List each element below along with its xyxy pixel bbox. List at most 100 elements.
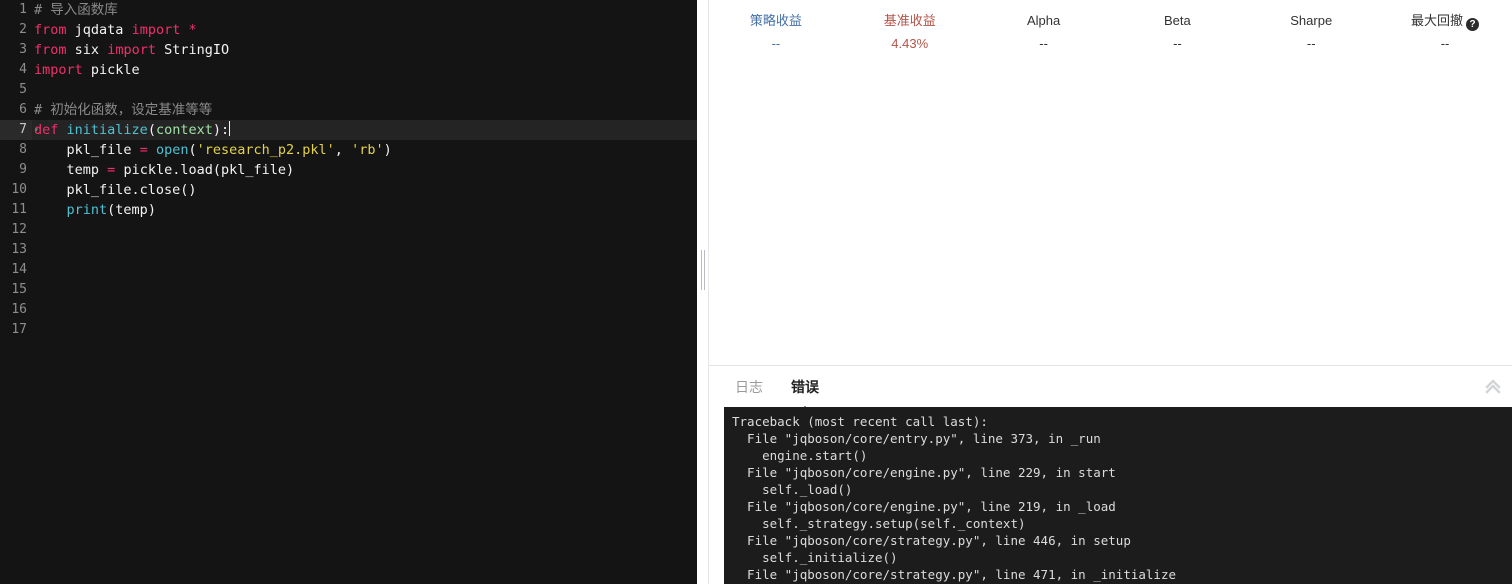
code-line-text[interactable]: from six import StringIO [32, 40, 697, 60]
code-line-text[interactable] [32, 260, 697, 280]
line-number: 3 [0, 40, 32, 60]
metric-1: 策略收益 -- [709, 11, 843, 54]
code-line[interactable]: 4 import pickle [0, 60, 697, 80]
code-line-text[interactable] [32, 240, 697, 260]
code-line[interactable]: 14 [0, 260, 697, 280]
code-line-text[interactable]: from jqdata import * [32, 20, 697, 40]
line-number: 6 [0, 100, 32, 120]
line-number: 14 [0, 260, 32, 280]
metric-label: Beta [1110, 11, 1244, 31]
splitter-handle-icon[interactable] [700, 250, 705, 290]
traceback-line: File "jqboson/core/engine.py", line 219,… [732, 499, 1116, 514]
metric-value: -- [1039, 36, 1048, 52]
traceback-line: File "jqboson/core/strategy.py", line 44… [732, 533, 1131, 548]
traceback-line: File "jqboson/core/entry.py", line 373, … [732, 431, 1101, 446]
metric-label-text: 基准收益 [883, 13, 936, 28]
metric-3: Alpha -- [977, 11, 1111, 54]
code-line-text[interactable]: import pickle [32, 60, 697, 80]
code-line[interactable]: 6 # 初始化函数，设定基准等等 [0, 100, 697, 120]
error-console-output[interactable]: Traceback (most recent call last): File … [724, 407, 1512, 584]
code-line[interactable]: 17 [0, 320, 697, 340]
traceback-line: self._initialize() [732, 550, 898, 565]
code-line-text[interactable] [32, 320, 697, 340]
code-line[interactable]: 7 ▾ def initialize(context): [0, 120, 697, 140]
line-number: 5 [0, 80, 32, 100]
metric-label: Alpha [977, 11, 1111, 31]
code-line-text[interactable] [32, 280, 697, 300]
code-line[interactable]: 1 # 导入函数库 [0, 0, 697, 20]
fold-arrow-icon[interactable]: ▾ [32, 120, 41, 140]
code-line-text[interactable]: pkl_file.close() [32, 180, 697, 200]
traceback-line: File "jqboson/core/strategy.py", line 47… [732, 567, 1177, 582]
metric-value: -- [771, 36, 781, 52]
metric-label: 策略收益 [709, 11, 843, 31]
line-number: 8 [0, 140, 32, 160]
code-line-text[interactable] [32, 80, 697, 100]
code-line[interactable]: 12 [0, 220, 697, 240]
metrics-row: 策略收益 -- 基准收益 4.43% Alpha -- Beta -- Sharpe -- 最大回撤… [709, 0, 1512, 54]
metric-4: Beta -- [1110, 11, 1244, 54]
metric-6: 最大回撤? -- [1378, 11, 1512, 54]
line-number: 2 [0, 20, 32, 40]
metric-label-text: Beta [1164, 13, 1191, 28]
collapse-panel-icon[interactable] [1484, 376, 1502, 396]
metric-label-text: 最大回撤 [1411, 13, 1464, 28]
code-line-text[interactable]: pkl_file = open('research_p2.pkl', 'rb') [32, 140, 697, 160]
traceback-line: Traceback (most recent call last): [732, 414, 988, 429]
line-number: 4 [0, 60, 32, 80]
code-line[interactable]: 15 [0, 280, 697, 300]
line-number: 7 ▾ [0, 120, 39, 140]
vertical-splitter[interactable] [697, 0, 708, 584]
metric-label-text: Sharpe [1290, 13, 1333, 28]
code-editor-lines[interactable]: 1 # 导入函数库 2 from jqdata import * 3 from six i… [0, 0, 697, 584]
metrics-panel: 策略收益 -- 基准收益 4.43% Alpha -- Beta -- Sharpe -- 最大回撤… [709, 0, 1512, 366]
line-number: 10 [0, 180, 32, 200]
line-number: 13 [0, 240, 32, 260]
line-number: 15 [0, 280, 32, 300]
metric-label: 基准收益 [843, 11, 977, 31]
metric-2: 基准收益 4.43% [843, 11, 977, 54]
traceback-line: self._load() [732, 482, 853, 497]
metric-label: Sharpe [1244, 11, 1378, 31]
code-line-text[interactable] [32, 220, 697, 240]
code-line[interactable]: 10 pkl_file.close() [0, 180, 697, 200]
code-line-text[interactable]: temp = pickle.load(pkl_file) [32, 160, 697, 180]
code-line[interactable]: 13 [0, 240, 697, 260]
code-line-text[interactable]: # 初始化函数，设定基准等等 [32, 100, 697, 120]
traceback-line: engine.start() [732, 448, 868, 463]
help-question-icon[interactable]: ? [1466, 18, 1480, 31]
line-number: 9 [0, 160, 32, 180]
text-cursor [229, 121, 231, 136]
code-line-text[interactable]: def initialize(context): [32, 120, 697, 140]
metric-value: -- [1173, 36, 1182, 52]
code-line[interactable]: 5 [0, 80, 697, 100]
console-tab-1[interactable]: 日志 [735, 377, 763, 397]
line-number: 11 [0, 200, 32, 220]
traceback-line: File "jqboson/core/engine.py", line 229,… [732, 465, 1116, 480]
traceback-line: self._strategy.setup(self._context) [732, 516, 1026, 531]
code-line[interactable]: 9 temp = pickle.load(pkl_file) [0, 160, 697, 180]
metric-label: 最大回撤? [1378, 11, 1512, 31]
metric-value: -- [1440, 36, 1450, 52]
code-line-text[interactable]: print(temp) [32, 200, 697, 220]
code-line[interactable]: 3 from six import StringIO [0, 40, 697, 60]
metric-label-text: 策略收益 [749, 13, 802, 28]
code-line-text[interactable] [32, 300, 697, 320]
line-number: 12 [0, 220, 32, 240]
code-line[interactable]: 2 from jqdata import * [0, 20, 697, 40]
code-line[interactable]: 8 pkl_file = open('research_p2.pkl', 'rb… [0, 140, 697, 160]
metric-5: Sharpe -- [1244, 11, 1378, 54]
code-line[interactable]: 11 print(temp) [0, 200, 697, 220]
console-tab-2[interactable]: 错误 [791, 377, 819, 411]
results-pane: 策略收益 -- 基准收益 4.43% Alpha -- Beta -- Sharpe -- 最大回撤… [708, 0, 1512, 584]
console-scrollbar[interactable] [1508, 407, 1512, 584]
metric-value: 4.43% [891, 36, 929, 52]
line-number: 17 [0, 320, 32, 340]
line-number: 16 [0, 300, 32, 320]
code-line-text[interactable]: # 导入函数库 [32, 0, 697, 20]
code-editor-pane[interactable]: 1 # 导入函数库 2 from jqdata import * 3 from six i… [0, 0, 697, 584]
app-root: 1 # 导入函数库 2 from jqdata import * 3 from six i… [0, 0, 1512, 584]
code-line[interactable]: 16 [0, 300, 697, 320]
console-tab-bar: 日志 错误 [709, 366, 1512, 411]
metric-value: -- [1306, 36, 1316, 52]
